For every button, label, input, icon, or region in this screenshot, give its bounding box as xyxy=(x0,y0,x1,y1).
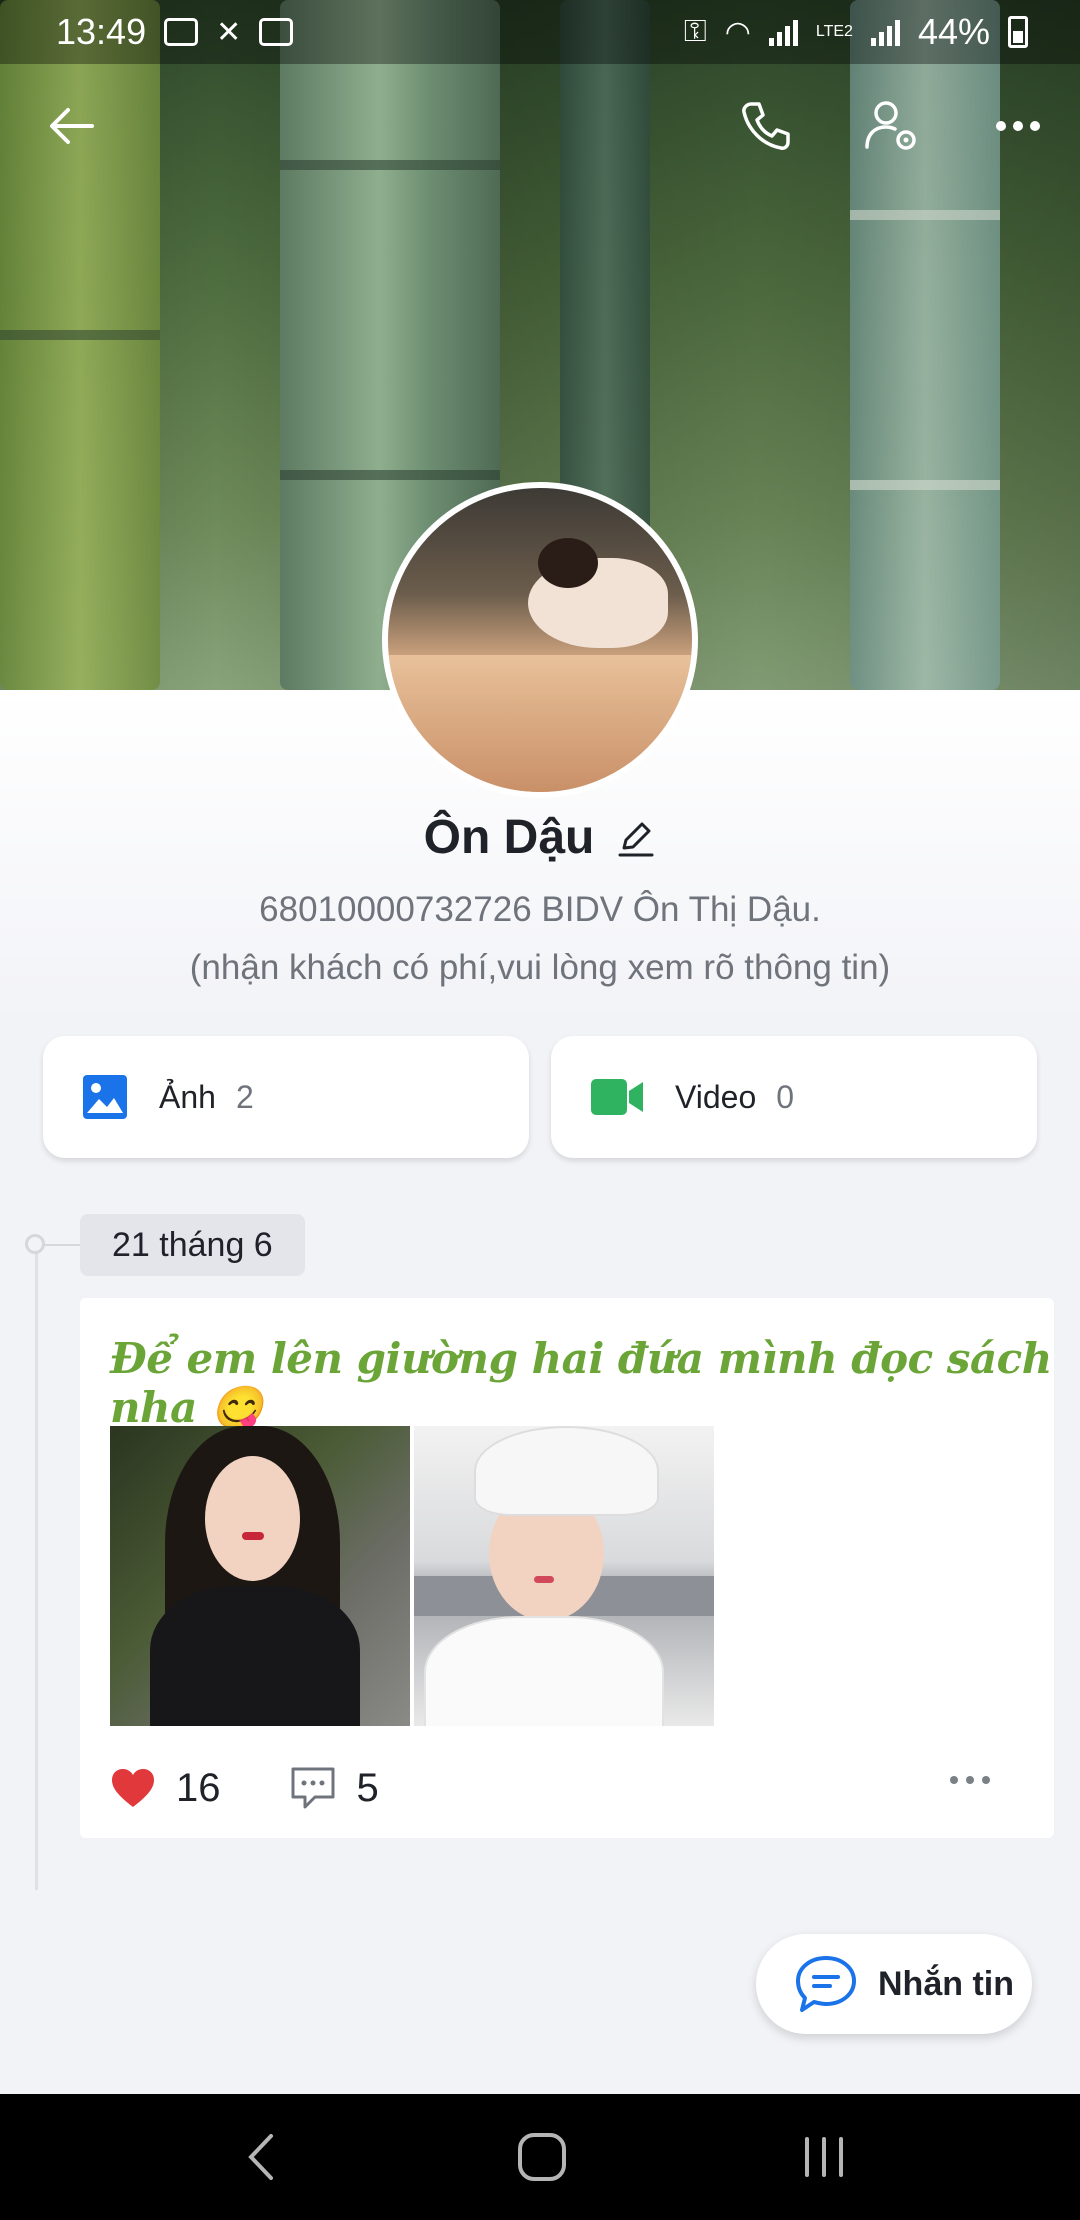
more-options-button[interactable] xyxy=(982,90,1054,162)
status-right: ⚿ ◠ LTE2 44% xyxy=(684,11,1028,53)
avatar-bed xyxy=(388,655,692,792)
network-label: LTE2 xyxy=(815,23,853,40)
photos-label: Ảnh xyxy=(159,1078,216,1115)
call-button[interactable] xyxy=(730,90,802,162)
status-time: 13:49 xyxy=(56,11,147,52)
comment-icon xyxy=(291,1767,334,1809)
bamboo-node xyxy=(0,330,160,340)
post-photo[interactable] xyxy=(414,1426,714,1726)
nav-back-button[interactable] xyxy=(220,2124,300,2190)
videos-card[interactable]: Video 0 xyxy=(551,1036,1037,1158)
back-button[interactable] xyxy=(36,90,108,162)
heart-icon xyxy=(112,1769,154,1807)
message-button[interactable]: Nhắn tin xyxy=(756,1934,1032,2034)
post-more-button[interactable] xyxy=(950,1776,990,1784)
chat-bubble-icon xyxy=(796,1956,856,2012)
nav-recents-button[interactable] xyxy=(784,2124,864,2190)
missed-call-icon: ✕ xyxy=(216,15,242,49)
photo-lips xyxy=(534,1576,554,1583)
system-nav-bar xyxy=(0,2094,1080,2220)
battery-icon xyxy=(1008,16,1028,48)
user-settings-icon xyxy=(865,101,916,150)
photo-lips xyxy=(242,1532,264,1540)
key-icon: ⚿ xyxy=(683,15,707,48)
timeline-dot xyxy=(25,1234,45,1254)
home-icon xyxy=(518,2133,566,2181)
profile-name: Ôn Dậu xyxy=(423,811,595,864)
status-bar: 13:49 ✕ ⚿ ◠ LTE2 44% xyxy=(0,0,1080,64)
bio-line-2: (nhận khách có phí,vui lòng xem rõ thông… xyxy=(189,948,891,987)
arrow-left-icon xyxy=(50,108,94,144)
status-left: 13:49 ✕ xyxy=(56,11,294,53)
timeline-line xyxy=(35,1250,38,1890)
chevron-left-icon xyxy=(248,2134,273,2180)
profile-settings-button[interactable] xyxy=(856,90,928,162)
avatar[interactable] xyxy=(382,482,698,798)
photo-helmet xyxy=(474,1426,659,1516)
pencil-icon xyxy=(618,822,654,856)
more-horizontal-icon xyxy=(996,121,1040,131)
photos-count: 2 xyxy=(235,1078,254,1115)
like-count: 16 xyxy=(176,1765,221,1810)
more-dot-icon xyxy=(982,1776,990,1784)
post-actions: 16 5 xyxy=(110,1758,1030,1818)
wifi-icon: ◠ xyxy=(724,15,751,49)
bamboo-node xyxy=(850,210,1000,220)
videos-count: 0 xyxy=(776,1078,795,1115)
bamboo-node xyxy=(850,480,1000,490)
date-tag: 21 tháng 6 xyxy=(80,1214,305,1276)
timeline-connector xyxy=(44,1244,80,1246)
phone-icon xyxy=(742,102,790,150)
post-text: Để em lên giường hai đứa mình đọc sách n… xyxy=(110,1334,1052,1432)
nav-home-button[interactable] xyxy=(502,2124,582,2190)
photo-clothes xyxy=(150,1586,360,1726)
avatar-hair xyxy=(538,538,598,588)
bio-line-1: 68010000732726 BIDV Ôn Thị Dậu. xyxy=(259,890,821,929)
videos-label: Video xyxy=(675,1078,757,1115)
message-button-label: Nhắn tin xyxy=(878,1964,1014,2003)
video-camera-icon xyxy=(591,1079,643,1115)
like-button[interactable]: 16 xyxy=(110,1766,221,1811)
battery-percent: 44% xyxy=(917,11,990,52)
post-photo[interactable] xyxy=(110,1426,410,1726)
signal-icon xyxy=(870,18,900,46)
bamboo-node xyxy=(280,470,500,480)
profile-name-row: Ôn Dậu xyxy=(0,810,1080,865)
comment-count: 5 xyxy=(356,1765,379,1810)
image-icon xyxy=(83,1075,127,1119)
photo-face xyxy=(205,1456,300,1581)
notification-icon xyxy=(164,18,199,46)
edit-name-button[interactable] xyxy=(616,818,656,858)
top-bar xyxy=(0,90,1080,162)
recents-icon xyxy=(805,2137,843,2177)
more-dot-icon xyxy=(966,1776,974,1784)
photo-clothes xyxy=(424,1616,664,1726)
photos-card[interactable]: Ảnh 2 xyxy=(43,1036,529,1158)
smile-icon xyxy=(259,18,294,46)
more-dot-icon xyxy=(950,1776,958,1784)
signal-icon xyxy=(768,18,798,46)
comment-button[interactable]: 5 xyxy=(289,1765,379,1811)
post-card[interactable]: Để em lên giường hai đứa mình đọc sách n… xyxy=(80,1298,1054,1838)
